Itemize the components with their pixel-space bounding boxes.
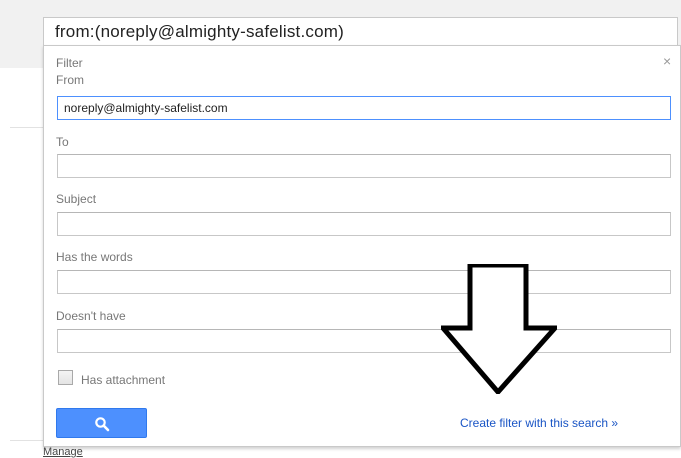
search-button[interactable] <box>56 408 147 438</box>
subject-field[interactable] <box>57 212 671 236</box>
from-label: From <box>56 73 84 87</box>
has-words-field[interactable] <box>57 270 671 294</box>
divider-line <box>10 440 43 441</box>
to-label: To <box>56 135 69 149</box>
from-field[interactable] <box>57 96 671 120</box>
search-box[interactable]: from:(noreply@almighty-safelist.com) <box>43 17 678 46</box>
filter-panel: Filter × From To Subject Has the words D… <box>43 45 681 447</box>
has-attachment-checkbox[interactable] <box>58 370 73 385</box>
manage-link[interactable]: Manage <box>43 446 83 458</box>
doesnt-have-label: Doesn't have <box>56 309 126 323</box>
gmail-filter-screen: from:(noreply@almighty-safelist.com) Fil… <box>0 0 681 458</box>
subject-label: Subject <box>56 192 97 206</box>
down-arrow-icon <box>441 264 557 394</box>
has-words-label: Has the words <box>56 250 133 264</box>
create-filter-link[interactable]: Create filter with this search » <box>460 416 618 430</box>
divider-line <box>10 127 43 128</box>
filter-panel-title: Filter <box>56 56 83 70</box>
close-icon[interactable]: × <box>663 53 671 69</box>
to-field[interactable] <box>57 154 671 178</box>
doesnt-have-field[interactable] <box>57 329 671 353</box>
has-attachment-label: Has attachment <box>81 373 166 387</box>
search-icon <box>95 417 110 432</box>
search-query-text: from:(noreply@almighty-safelist.com) <box>55 22 344 41</box>
